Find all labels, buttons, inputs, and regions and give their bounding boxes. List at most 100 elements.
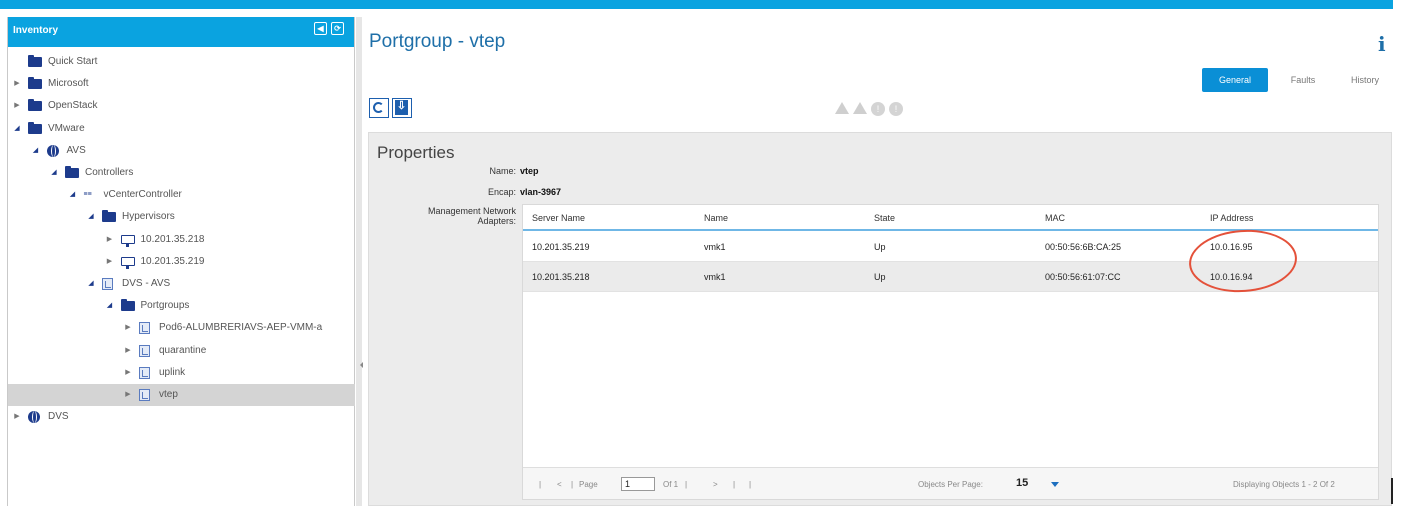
refresh-panel-icon[interactable]: ⟳ xyxy=(331,22,344,35)
column-header-server-name[interactable]: Server Name xyxy=(532,213,585,223)
next-page-icon[interactable]: > xyxy=(713,480,718,489)
critical-warning-icon[interactable] xyxy=(853,102,867,114)
tree-item-label: 10.201.35.218 xyxy=(140,233,205,245)
inventory-title: Inventory xyxy=(13,25,59,36)
vcenter-icon: ≡≡ xyxy=(83,191,92,199)
pager-separator: | xyxy=(685,480,688,489)
collapse-arrow-icon[interactable]: ▶ xyxy=(12,406,22,428)
first-page-icon[interactable]: | xyxy=(539,480,541,489)
tree-item-label: vtep xyxy=(159,389,178,400)
expand-arrow-icon[interactable]: ◢ xyxy=(86,273,96,295)
download-icon: ⇩ xyxy=(395,100,408,115)
collapse-arrow-icon[interactable]: ▶ xyxy=(105,251,115,273)
pager-separator: | xyxy=(733,480,736,489)
tree-item[interactable]: ◢ AVS xyxy=(8,140,355,162)
tab-history[interactable]: History xyxy=(1338,68,1392,92)
expand-arrow-icon[interactable]: ◢ xyxy=(31,140,41,162)
objects-per-page-select[interactable]: 15 xyxy=(1016,477,1028,489)
collapse-arrow-icon[interactable]: ▶ xyxy=(123,340,133,362)
tree-item[interactable]: ▶ quarantine xyxy=(8,340,355,362)
tree-item[interactable]: ◢ VMware xyxy=(8,118,355,140)
folder-icon xyxy=(28,99,42,112)
apic-vmm-window: Inventory ◀ ⟳ Quick Start ▶ Microsoft ▶ Open… xyxy=(0,0,1401,506)
expand-arrow-icon[interactable]: ◢ xyxy=(86,206,96,228)
warning-icon[interactable] xyxy=(835,102,849,114)
cell-name: vmk1 xyxy=(704,242,726,252)
tree-item[interactable]: ▶ 10.201.35.218 xyxy=(8,229,355,251)
displaying-objects-text: Displaying Objects 1 - 2 Of 2 xyxy=(1233,480,1335,489)
info-icon[interactable]: i xyxy=(1378,32,1386,56)
tree-item[interactable]: ▶ DVS xyxy=(8,406,355,428)
tree-item-label: vCenterController xyxy=(103,189,182,201)
tree-item[interactable]: ▶ uplink xyxy=(8,362,355,384)
column-header-state[interactable]: State xyxy=(874,213,895,223)
tree-item[interactable]: Quick Start xyxy=(8,51,355,73)
tree-item[interactable]: ◢ Portgroups xyxy=(8,295,355,317)
tab-faults[interactable]: Faults xyxy=(1278,68,1328,92)
tree-item[interactable]: ▶ 10.201.35.219 xyxy=(8,251,355,273)
tree-item[interactable]: ▶ OpenStack xyxy=(8,95,355,117)
tree-item[interactable]: ▶ Microsoft xyxy=(8,73,355,95)
collapse-arrow-icon[interactable]: ▶ xyxy=(12,73,22,95)
inventory-header: Inventory ◀ ⟳ xyxy=(8,17,354,47)
tree-item[interactable]: ▶ vtep xyxy=(8,384,355,406)
tree-item-label: AVS xyxy=(66,144,86,156)
collapse-arrow-icon[interactable]: ▶ xyxy=(123,362,133,384)
tree-item[interactable]: ◢ DVS - AVS xyxy=(8,273,355,295)
last-page-icon[interactable]: | xyxy=(749,480,751,489)
chevron-down-icon[interactable] xyxy=(1051,482,1059,487)
monitor-icon xyxy=(120,234,135,247)
cell-mac: 00:50:56:6B:CA:25 xyxy=(1045,242,1122,252)
collapse-panel-icon[interactable]: ◀ xyxy=(314,22,327,35)
portgroup-icon xyxy=(139,344,150,357)
panel-splitter[interactable] xyxy=(356,17,363,506)
expand-arrow-icon[interactable]: ◢ xyxy=(105,295,115,317)
collapse-arrow-icon[interactable]: ▶ xyxy=(123,317,133,339)
name-value: vtep xyxy=(520,166,539,176)
minor-fault-icon[interactable]: ! xyxy=(889,102,903,116)
folder-icon xyxy=(65,166,79,178)
cell-mac: 00:50:56:61:07:CC xyxy=(1045,272,1121,282)
tree-item[interactable]: ▶ Pod6-ALUMBRERIAVS-AEP-VMM-a xyxy=(8,317,355,339)
expand-arrow-icon[interactable]: ◢ xyxy=(12,118,22,140)
properties-title: Properties xyxy=(377,143,455,162)
folder-icon xyxy=(120,299,135,312)
refresh-button[interactable] xyxy=(369,98,389,118)
tree-item[interactable]: ◢ Hypervisors xyxy=(8,206,355,228)
tree-item-label: Microsoft xyxy=(48,78,89,90)
page-number-input[interactable]: 1 xyxy=(621,477,655,491)
table-header: Server Name Name State MAC IP Address xyxy=(523,205,1378,231)
download-button[interactable]: ⇩ xyxy=(392,98,412,118)
portgroup-icon xyxy=(139,322,150,335)
expand-arrow-icon[interactable]: ◢ xyxy=(49,162,59,184)
tree-item-label: quarantine xyxy=(159,344,207,356)
top-accent-bar xyxy=(0,0,1393,9)
objects-per-page-label: Objects Per Page: xyxy=(918,480,983,489)
name-label: Name: xyxy=(489,166,516,176)
column-header-mac[interactable]: MAC xyxy=(1045,213,1065,223)
inventory-panel: Inventory ◀ ⟳ Quick Start ▶ Microsoft ▶ Open… xyxy=(7,17,355,506)
cell-state: Up xyxy=(874,242,886,252)
tree-item-label: OpenStack xyxy=(48,100,98,112)
tab-general[interactable]: General xyxy=(1202,68,1268,92)
collapse-arrow-icon[interactable]: ▶ xyxy=(105,229,115,251)
portgroup-icon xyxy=(139,389,150,401)
column-header-name[interactable]: Name xyxy=(704,213,728,223)
tree-item-label: Controllers xyxy=(85,167,134,178)
cell-name: vmk1 xyxy=(704,272,726,282)
folder-icon xyxy=(28,55,42,67)
column-header-ip-address[interactable]: IP Address xyxy=(1210,213,1253,223)
folder-icon xyxy=(102,210,116,223)
collapse-arrow-icon[interactable]: ▶ xyxy=(123,384,133,406)
encap-label: Encap: xyxy=(487,187,516,197)
tree-item-label: uplink xyxy=(159,366,186,378)
previous-page-icon[interactable]: < xyxy=(557,480,562,489)
expand-arrow-icon[interactable]: ◢ xyxy=(68,184,78,206)
collapse-arrow-icon[interactable]: ▶ xyxy=(12,95,22,117)
major-fault-icon[interactable]: ! xyxy=(871,102,885,116)
monitor-icon xyxy=(120,256,135,269)
tree-item[interactable]: ◢ Controllers xyxy=(8,162,355,184)
tree-item[interactable]: ◢ ≡≡ vCenterController xyxy=(8,184,355,206)
refresh-icon xyxy=(373,102,384,113)
tree-item-label: Pod6-ALUMBRERIAVS-AEP-VMM-a xyxy=(159,322,323,334)
